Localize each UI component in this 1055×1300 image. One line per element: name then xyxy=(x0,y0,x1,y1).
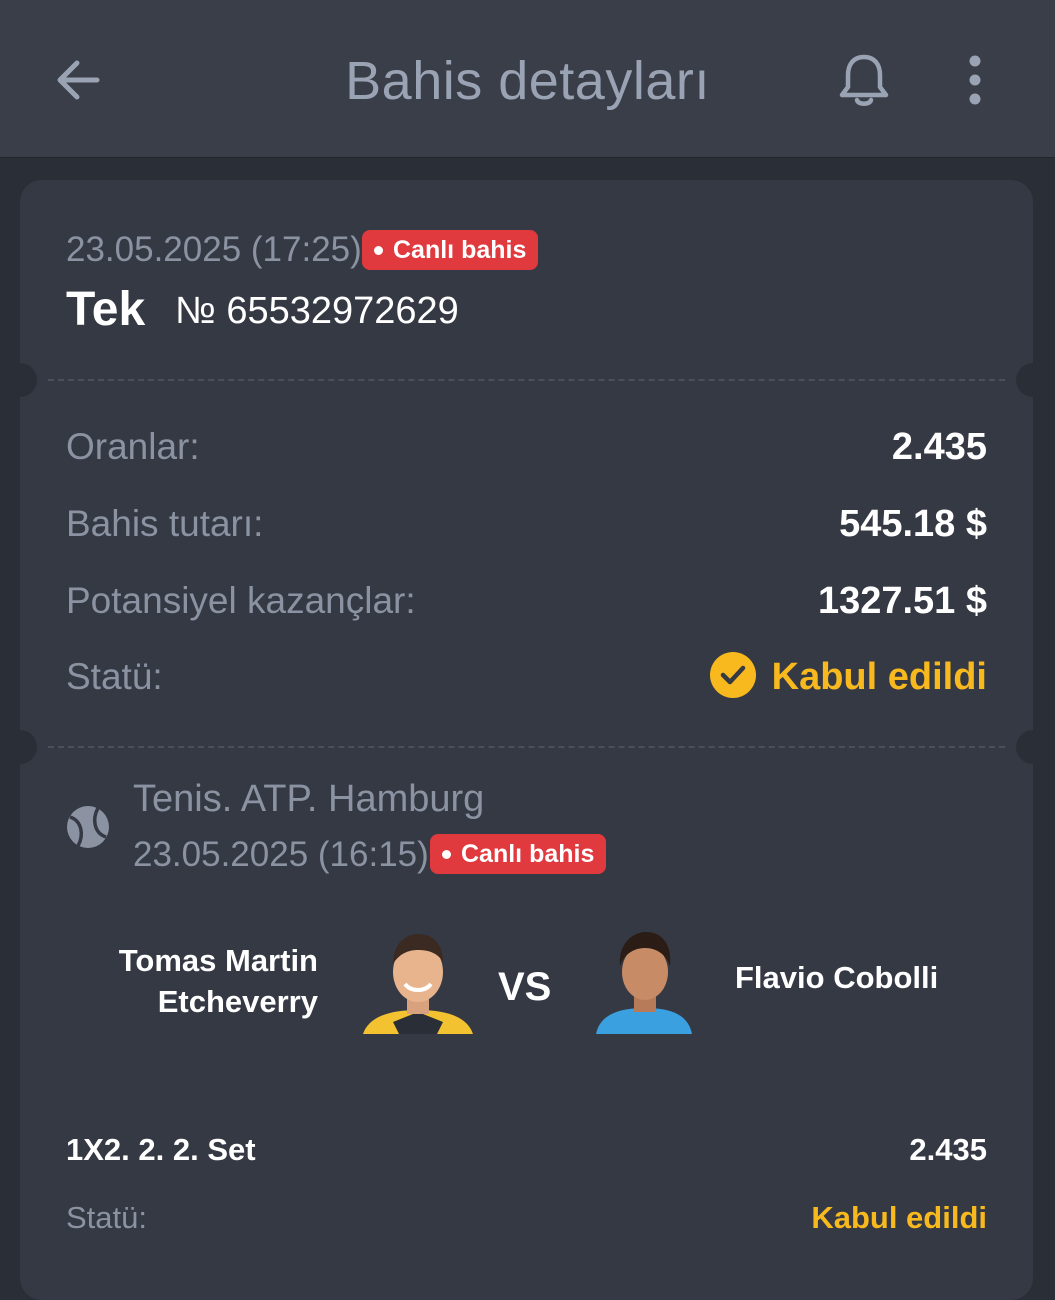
potential-winnings-value: 1327.51 $ xyxy=(817,580,987,622)
ticket-notch-right xyxy=(1016,730,1050,764)
event-date: 23.05.2025 (16:15) xyxy=(133,835,429,874)
live-badge: Canlı bahis xyxy=(430,834,607,874)
tennis-ball-icon xyxy=(66,805,110,849)
player2-avatar xyxy=(590,924,700,1034)
league-name: Tenis. ATP. Hamburg xyxy=(133,778,485,820)
live-dot-icon xyxy=(374,245,383,255)
ticket-notch-right xyxy=(1016,363,1050,397)
stake-value: 545.18 $ xyxy=(839,503,987,545)
market-name: 1X2. 2. 2. Set xyxy=(66,1132,256,1167)
page-title: Bahis detayları xyxy=(345,51,710,111)
player2-name: Flavio Cobolli xyxy=(735,960,939,995)
more-vertical-icon[interactable] xyxy=(950,50,1000,110)
event-status-value: Kabul edildi xyxy=(811,1200,987,1235)
live-badge-label: Canlı bahis xyxy=(393,235,527,264)
status-label: Statü: xyxy=(66,656,163,697)
ticket-notch-left xyxy=(3,730,37,764)
bell-icon[interactable] xyxy=(834,50,894,110)
potential-winnings-label: Potansiyel kazançlar: xyxy=(66,580,416,621)
market-odds: 2.435 xyxy=(909,1132,987,1167)
stake-label: Bahis tutarı: xyxy=(66,503,264,544)
divider xyxy=(48,379,1005,381)
event-status-label: Statü: xyxy=(66,1200,147,1235)
player1-name: Tomas Martin Etcheverry xyxy=(118,943,318,1019)
bet-date: 23.05.2025 (17:25) xyxy=(66,230,362,269)
bet-type: Tek xyxy=(66,283,146,336)
bet-number: № 65532972629 xyxy=(175,290,459,332)
versus-label: VS xyxy=(498,965,552,1009)
ticket-notch-left xyxy=(3,363,37,397)
live-dot-icon xyxy=(442,849,451,859)
app-bar: Bahis detayları xyxy=(0,0,1055,158)
status-value: Kabul edildi xyxy=(771,656,987,698)
check-circle-icon xyxy=(710,652,756,698)
player1-avatar xyxy=(363,924,473,1034)
live-badge-label: Canlı bahis xyxy=(461,839,595,868)
odds-value: 2.435 xyxy=(891,426,987,468)
bet-card: 23.05.2025 (17:25) Canlı bahis Tek № 655… xyxy=(3,180,1050,1300)
live-badge: Canlı bahis xyxy=(362,230,539,270)
divider xyxy=(48,746,1005,748)
odds-label: Oranlar: xyxy=(66,426,200,467)
